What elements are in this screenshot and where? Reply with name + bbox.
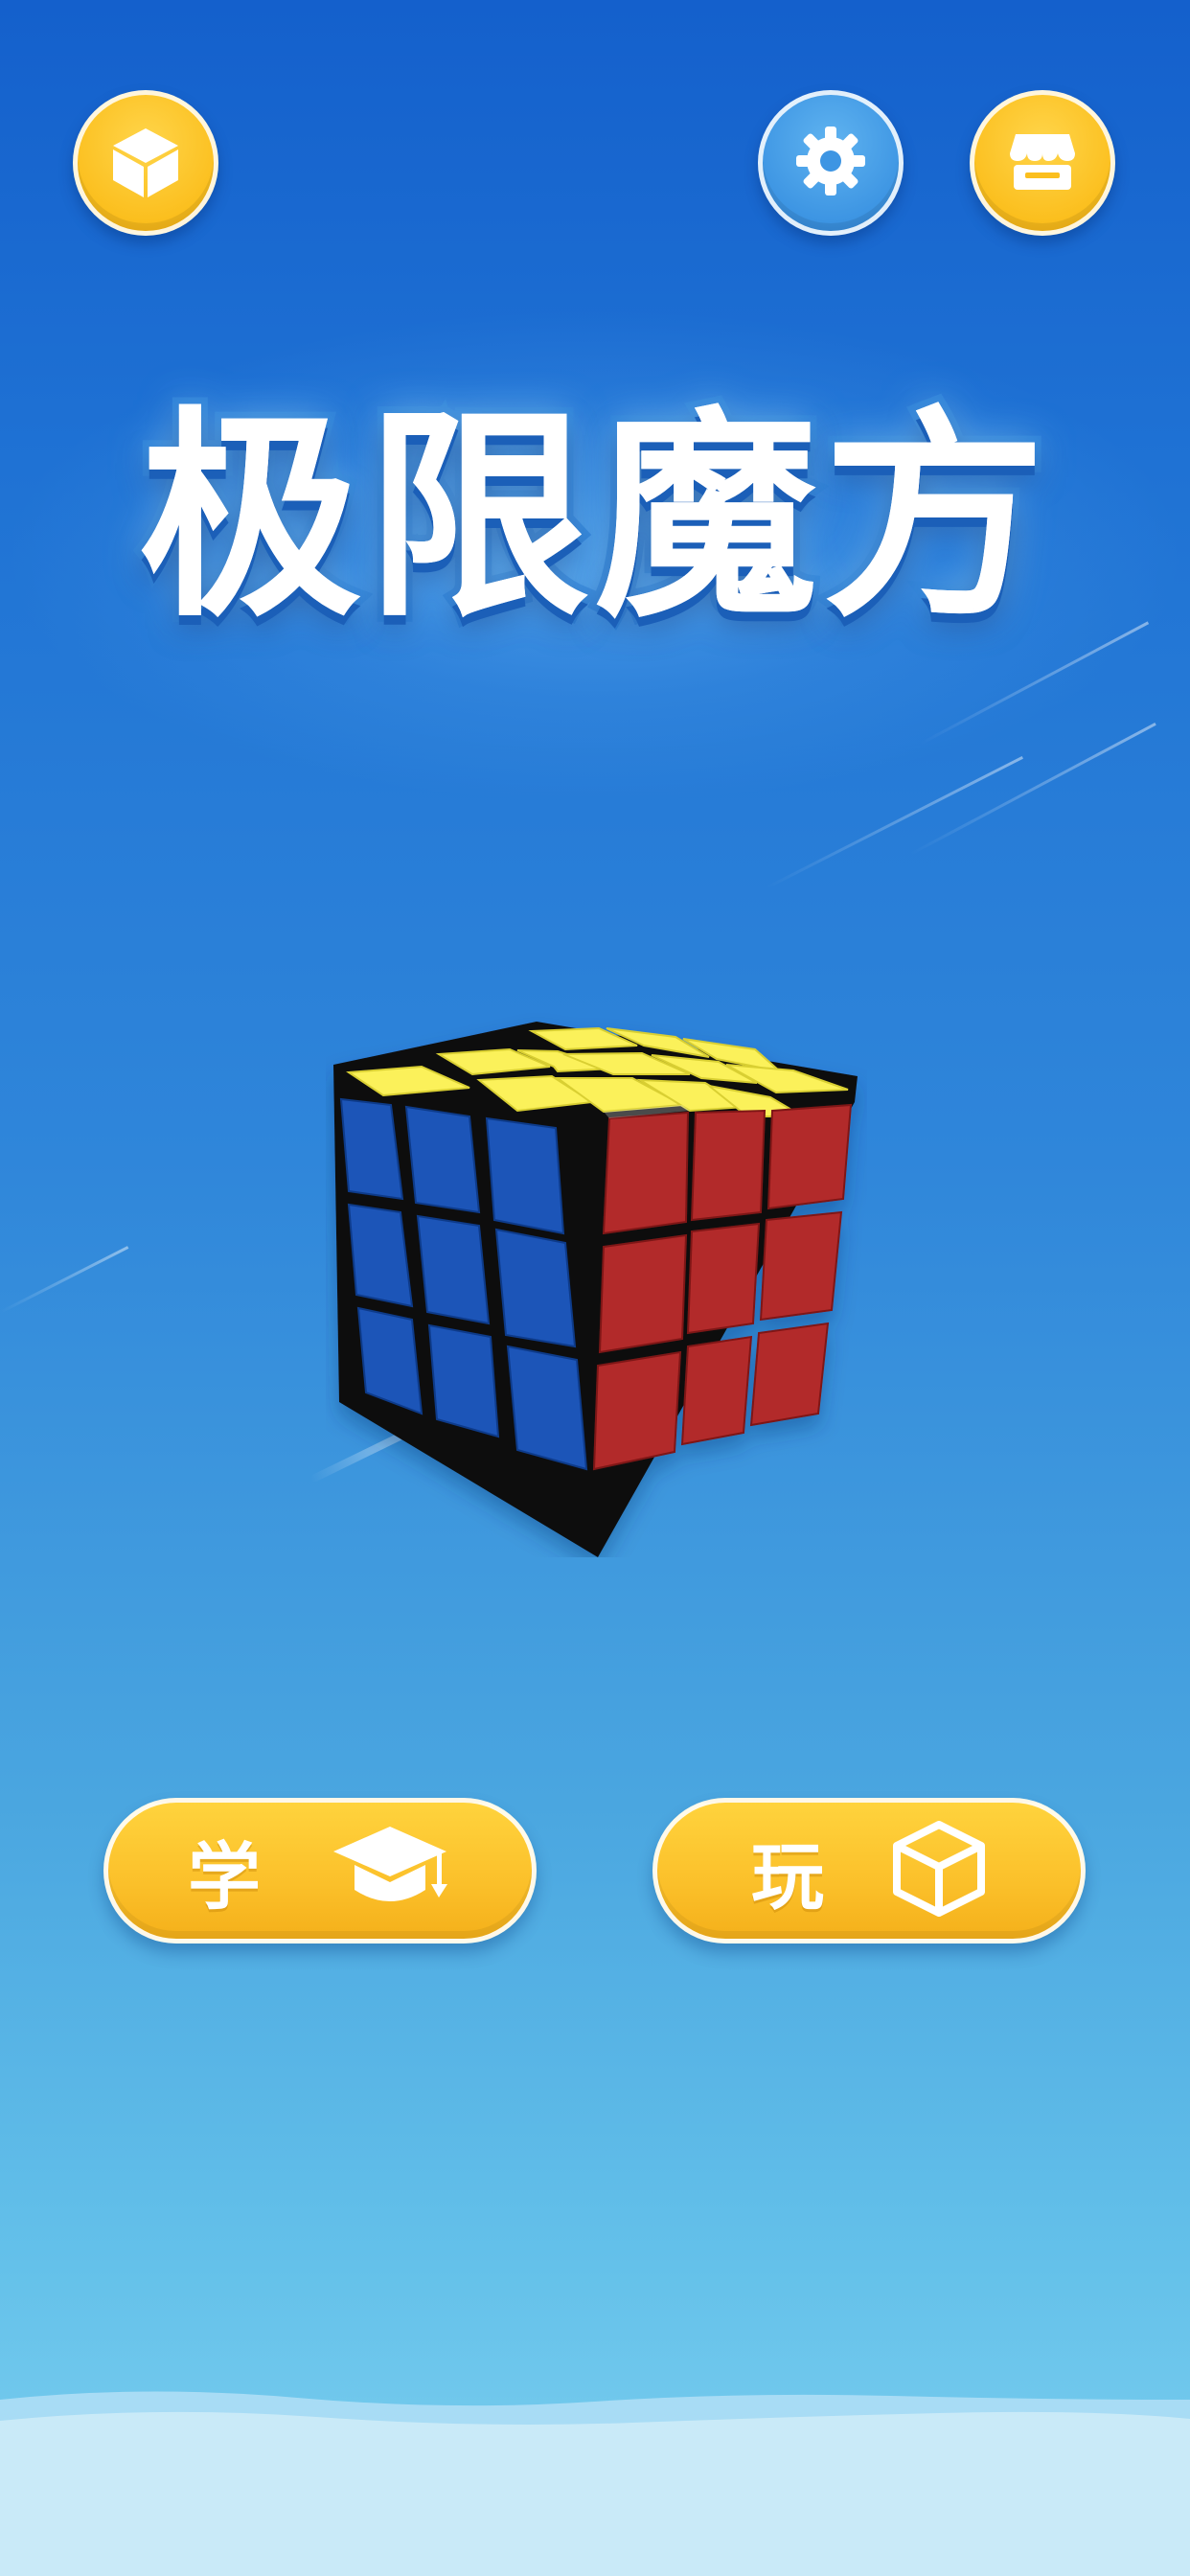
graduation-cap-icon	[328, 1821, 452, 1920]
settings-button[interactable]	[758, 90, 904, 236]
cube-icon	[105, 121, 186, 205]
light-streak	[766, 755, 1023, 889]
light-streak	[0, 1246, 129, 1314]
learn-label: 学	[188, 1834, 261, 1920]
game-title: 极限魔方	[132, 381, 1052, 654]
rubiks-cube[interactable]	[326, 1011, 867, 1557]
bottom-waves	[0, 2377, 1190, 2576]
gear-icon	[792, 123, 869, 203]
shop-button[interactable]	[970, 90, 1115, 236]
play-button[interactable]: 玩	[652, 1798, 1086, 1944]
cube-outline-icon	[891, 1819, 987, 1922]
cube-button[interactable]	[73, 90, 218, 236]
home-screen: 极限魔方 学 玩	[0, 0, 1190, 2576]
play-label: 玩	[751, 1834, 824, 1920]
learn-button[interactable]: 学	[103, 1798, 537, 1944]
shop-icon	[1002, 121, 1083, 205]
light-streak	[909, 723, 1156, 856]
